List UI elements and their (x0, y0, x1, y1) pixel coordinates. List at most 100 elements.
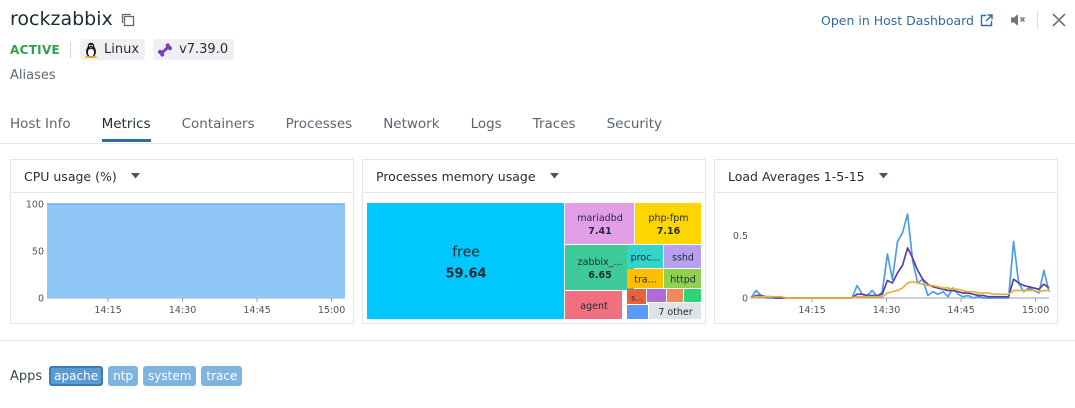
treemap-cell: agent (565, 291, 622, 319)
treemap-cell: php-fpm 7.16 (635, 203, 701, 244)
chevron-down-icon[interactable] (130, 173, 140, 179)
app-tag-ntp[interactable]: ntp (108, 366, 139, 386)
os-tag[interactable]: Linux (80, 39, 146, 60)
cpu-usage-card: CPU usage (%) 0 50 100 14:15 14:30 14:45 15:00 (10, 159, 354, 324)
treemap-cell (647, 289, 666, 302)
x-tick-label: 14:15 (94, 305, 121, 316)
treemap-rect (684, 289, 701, 302)
dog-bone-icon (158, 42, 173, 57)
tab-bar: Host Info Metrics Containers Processes N… (10, 116, 693, 142)
host-meta-row: ACTIVE Linux v7.39.0 (10, 39, 242, 60)
aliases-label[interactable]: Aliases (10, 68, 56, 83)
open-dashboard-label: Open in Host Dashboard (821, 12, 974, 28)
agent-version-label: v7.39.0 (179, 42, 229, 57)
card-header: CPU usage (%) (11, 160, 353, 193)
divider (1037, 11, 1038, 29)
card-title: CPU usage (%) (24, 168, 117, 184)
series-line-1 (750, 213, 1050, 299)
y-tick-label: 0 (742, 294, 748, 305)
x-tick-label: 14:30 (873, 305, 900, 316)
host-title: rockzabbix (10, 8, 135, 30)
treemap-value: 7.16 (657, 226, 681, 237)
treemap-cell (667, 289, 683, 302)
tab-security[interactable]: Security (607, 116, 662, 142)
close-icon[interactable] (1052, 13, 1066, 27)
external-link-icon (980, 13, 993, 26)
treemap-rect (367, 203, 564, 319)
y-tick-label: 50 (32, 247, 44, 258)
treemap-cell: mariadbd 7.41 (565, 203, 634, 244)
linux-icon (84, 42, 98, 58)
treemap-rect (647, 289, 666, 302)
chevron-down-icon[interactable] (549, 173, 559, 179)
card-title: Load Averages 1-5-15 (728, 168, 865, 184)
open-dashboard-link[interactable]: Open in Host Dashboard (821, 13, 993, 28)
treemap-cell: free 59.64 (367, 203, 564, 319)
series-line-2 (750, 247, 1050, 299)
apps-label: Apps (10, 368, 43, 384)
treemap-label: free (452, 245, 480, 261)
chevron-down-icon[interactable] (878, 173, 888, 179)
treemap-cell: s... (627, 289, 646, 304)
series-line-3 (750, 280, 1049, 299)
status-badge: ACTIVE (10, 42, 61, 57)
tab-containers[interactable]: Containers (182, 116, 255, 142)
card-header: Load Averages 1-5-15 (715, 160, 1057, 193)
header-actions: Open in Host Dashboard (821, 10, 1075, 30)
tab-network[interactable]: Network (383, 116, 439, 142)
treemap-cell: tra... (627, 269, 663, 288)
apps-row: Apps apache ntp system trace (10, 366, 247, 386)
treemap-label: tra... (634, 275, 657, 286)
tab-logs[interactable]: Logs (471, 116, 502, 142)
series-area (47, 204, 345, 298)
x-tick-label: 15:00 (318, 305, 345, 316)
treemap-cell: httpd (664, 269, 701, 288)
treemap-cell: sshd (664, 245, 701, 268)
treemap-label: proc... (631, 253, 661, 264)
divider (70, 41, 72, 58)
x-tick-label: 14:15 (798, 305, 825, 316)
treemap-rect (627, 305, 648, 319)
app-tag-trace[interactable]: trace (201, 366, 243, 386)
os-label: Linux (104, 42, 140, 57)
treemap-label: s... (631, 294, 643, 303)
x-tick-label: 14:45 (947, 305, 974, 316)
treemap-rect (667, 289, 683, 302)
treemap-cell: proc... (627, 245, 663, 268)
treemap-cell: zabbix_... 6.65 (565, 245, 634, 290)
tab-metrics[interactable]: Metrics (101, 116, 151, 142)
copy-icon[interactable] (121, 13, 135, 27)
app-tag-apache[interactable]: apache (49, 366, 104, 386)
load-averages-card: Load Averages 1-5-15 0 0.5 14:15 14:30 14:45… (714, 159, 1058, 324)
treemap-cell (684, 289, 701, 302)
treemap-value: 59.64 (445, 267, 486, 282)
treemap-label: agent (580, 301, 608, 312)
tab-host-info[interactable]: Host Info (10, 116, 71, 142)
tab-processes[interactable]: Processes (286, 116, 353, 142)
treemap-label: php-fpm (648, 213, 688, 224)
agent-version-tag[interactable]: v7.39.0 (153, 39, 235, 60)
treemap-label: 7 other (658, 307, 692, 318)
tab-traces[interactable]: Traces (533, 116, 576, 142)
y-tick-label: 100 (26, 200, 44, 211)
treemap-value: 6.65 (588, 270, 611, 281)
card-header: Processes memory usage (363, 160, 705, 193)
load-averages-chart[interactable]: 0 0.5 14:15 14:30 14:45 15:00 (715, 194, 1057, 324)
x-tick-label: 14:45 (243, 305, 270, 316)
treemap-label: sshd (672, 253, 694, 264)
y-tick-label: 0 (38, 294, 44, 305)
app-tag-system[interactable]: system (143, 366, 197, 386)
treemap-label: zabbix_... (578, 257, 623, 268)
card-title: Processes memory usage (376, 168, 536, 184)
host-name: rockzabbix (10, 8, 113, 30)
x-tick-label: 15:00 (1022, 305, 1049, 316)
treemap-cell (627, 305, 648, 319)
section-divider (0, 340, 1075, 341)
mute-icon[interactable] (1009, 11, 1027, 29)
memory-treemap[interactable]: free 59.64 mariadbd 7.41 php-fpm 7.16 zabbix_.… (363, 194, 705, 324)
x-tick-label: 14:30 (169, 305, 196, 316)
cpu-usage-chart[interactable]: 0 50 100 14:15 14:30 14:45 15:00 (11, 194, 353, 324)
tabs-divider (0, 143, 1075, 144)
treemap-label: mariadbd (577, 213, 623, 224)
treemap-cell: 7 other (649, 303, 701, 319)
